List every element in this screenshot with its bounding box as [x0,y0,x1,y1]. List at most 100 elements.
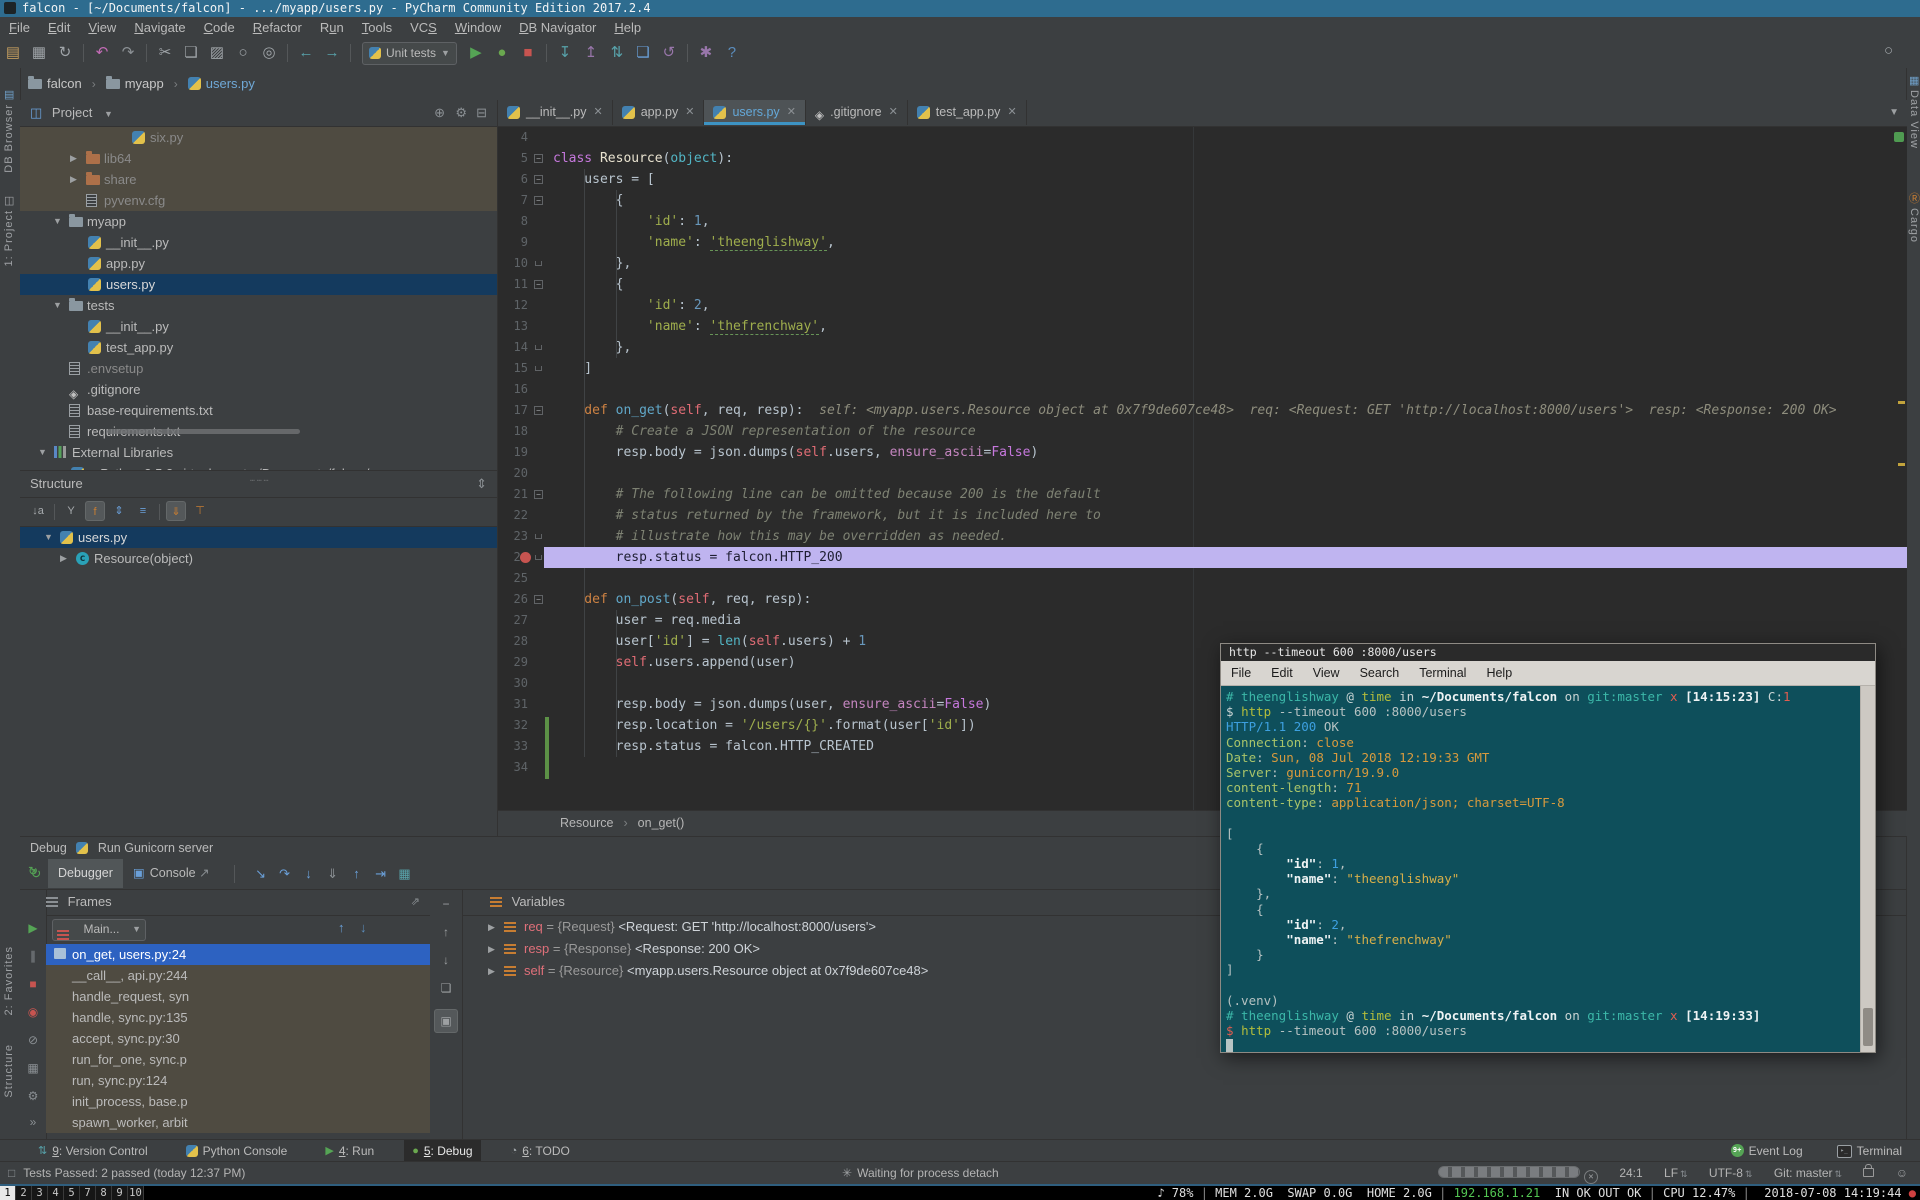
terminal-title-bar[interactable]: http --timeout 600 :8000/users [1221,644,1875,661]
line-number[interactable]: 34 [498,757,528,778]
next-frame-icon[interactable]: ↓ [360,920,367,935]
show-execution-point-icon[interactable]: ↘ [249,859,273,888]
line-number[interactable]: 9 [498,232,528,253]
workspace-10[interactable]: 10 [128,1186,144,1200]
toolwindow-button-event-log[interactable]: 9+Event Log [1723,1140,1811,1162]
line-number[interactable]: 5 [498,148,528,169]
fold-marker-icon[interactable]: − [534,154,543,163]
rerun-icon[interactable]: ↻ [20,864,46,878]
menu-item-refactor[interactable]: Refactor [244,17,311,38]
stop-debug-icon[interactable]: ■ [20,977,46,991]
group-methods-icon[interactable]: Y [61,501,81,521]
project-tree-item[interactable]: ▼tests [20,295,497,316]
project-tree-item[interactable]: ▼External Libraries [20,442,497,463]
breadcrumb-class[interactable]: Resource [560,816,614,830]
run-to-cursor-icon[interactable]: ⇥ [369,859,393,888]
line-number[interactable]: 32 [498,715,528,736]
gear-icon[interactable]: ⚙ [455,100,467,126]
step-over-icon[interactable]: ↷ [273,859,297,888]
settings-icon[interactable]: ⚙ [20,1089,46,1103]
menu-item-window[interactable]: Window [446,17,510,38]
fold-marker-icon[interactable]: − [534,175,543,184]
close-icon[interactable]: ✕ [685,106,694,118]
line-number[interactable]: 28 [498,631,528,652]
line-number[interactable]: 19 [498,442,528,463]
run-icon[interactable]: ▶ [463,38,489,67]
expand-arrow-icon[interactable]: ▶ [488,916,495,938]
collapse-all-icon[interactable]: ≡ [133,501,153,521]
run-config-selector[interactable]: Unit tests▼ [362,42,457,65]
menu-item-db-navigator[interactable]: DB Navigator [510,17,605,38]
fold-marker-icon[interactable]: − [534,490,543,499]
line-number[interactable]: 23 [498,526,528,547]
workspace-2[interactable]: 2 [16,1186,32,1200]
caret-position[interactable]: 24:1 [1619,1162,1642,1185]
git-branch-widget[interactable]: Git: master⇅ [1774,1162,1842,1186]
toolwindow-button-9-version-control[interactable]: ⇅9: Version Control [30,1140,156,1162]
copy-stack-icon[interactable]: ❏ [430,981,462,995]
toolwindow-button-5-debug[interactable]: ●5: Debug [404,1140,480,1162]
debug-bug-icon[interactable]: ● [489,38,515,67]
cancel-progress-icon[interactable]: ✕ [1584,1170,1598,1184]
view-breakpoints-icon[interactable]: ◉ [20,1005,46,1019]
stop-icon[interactable]: ■ [515,38,541,67]
line-number[interactable]: 17 [498,400,528,421]
show-fields-icon[interactable]: f [85,501,105,521]
next-frame-icon[interactable]: ↓ [430,953,462,967]
sort-alpha-icon[interactable]: ↓a [28,501,48,521]
sidebar-item-db-browser[interactable]: DB Browser [3,104,15,173]
line-ending-selector[interactable]: LF⇅ [1664,1162,1688,1186]
expand-arrow-icon[interactable]: ▶ [60,548,67,569]
project-tree-item[interactable]: test_app.py [20,337,497,358]
editor-tab-__init__.py[interactable]: __init__.py✕ [498,100,613,125]
line-number[interactable]: 15 [498,358,528,379]
collapse-arrow-icon[interactable]: ▼ [53,295,62,316]
close-icon[interactable]: ✕ [1007,106,1016,118]
frame-row[interactable]: handle, sync.py:135 [46,1007,430,1028]
menu-item-view[interactable]: View [79,17,125,38]
project-view-dropdown-icon[interactable]: ▼ [104,109,113,119]
menu-item-code[interactable]: Code [195,17,244,38]
project-tree-item[interactable]: ▶share [20,169,497,190]
pause-icon[interactable]: ∥ [20,949,46,963]
sidebar-item-cargo[interactable]: Cargo [1908,208,1920,243]
thread-dropdown[interactable]: Main... ▼ [52,919,146,941]
project-scrollbar[interactable] [107,429,300,434]
collapse-arrow-icon[interactable]: ▼ [44,527,53,548]
project-tree-item[interactable]: .envsetup [20,358,497,379]
breadcrumb-item-users.py[interactable]: users.py [206,68,255,99]
diff-icon[interactable]: ❏ [630,38,656,67]
force-step-into-icon[interactable]: ⇓ [321,859,345,888]
close-icon[interactable]: ✕ [593,106,602,118]
line-number[interactable]: 25 [498,568,528,589]
paste-icon[interactable]: ▨ [204,38,230,67]
fold-end-marker-icon[interactable] [535,534,542,539]
sort-by-visibility-icon[interactable]: ⇓ [166,501,186,521]
project-tree-item[interactable]: __init__.py [20,316,497,337]
back-icon[interactable]: ← [293,38,319,67]
hector-icon[interactable]: ☺ [1896,1162,1908,1185]
project-panel-title[interactable]: Project [52,105,92,120]
step-out-icon[interactable]: ↑ [345,859,369,888]
debug-tab-console[interactable]: ▣Console ↗ [123,859,220,888]
terminal-menu-edit[interactable]: Edit [1261,661,1303,685]
menu-item-tools[interactable]: Tools [353,17,401,38]
threads-view-icon[interactable]: ▣ [434,1009,458,1033]
inspection-status-icon[interactable] [1894,132,1904,142]
editor-tab-users.py[interactable]: users.py✕ [704,100,805,125]
editor-tab-.gitignore[interactable]: ◈.gitignore✕ [806,100,908,125]
breadcrumb-method[interactable]: on_get() [638,816,685,830]
project-tree-item[interactable]: ▼< Python 3.5.3 virtualenv at ~/Document… [20,463,497,470]
resume-icon[interactable]: ▶ [20,921,46,935]
replace-icon[interactable]: ◎ [256,38,282,67]
lock-icon[interactable] [1863,1162,1874,1185]
line-number[interactable]: 18 [498,421,528,442]
fold-end-marker-icon[interactable] [535,555,542,560]
breadcrumb-item-falcon[interactable]: falcon [47,68,82,99]
more-icon[interactable]: » [20,1115,46,1129]
error-stripe-mark[interactable] [1898,463,1905,466]
project-tree-item[interactable]: pyvenv.cfg [20,190,497,211]
workspace-7[interactable]: 7 [80,1186,96,1200]
redo-icon[interactable]: ↷ [115,38,141,67]
sidebar-item-project[interactable]: 1: Project [3,210,15,266]
